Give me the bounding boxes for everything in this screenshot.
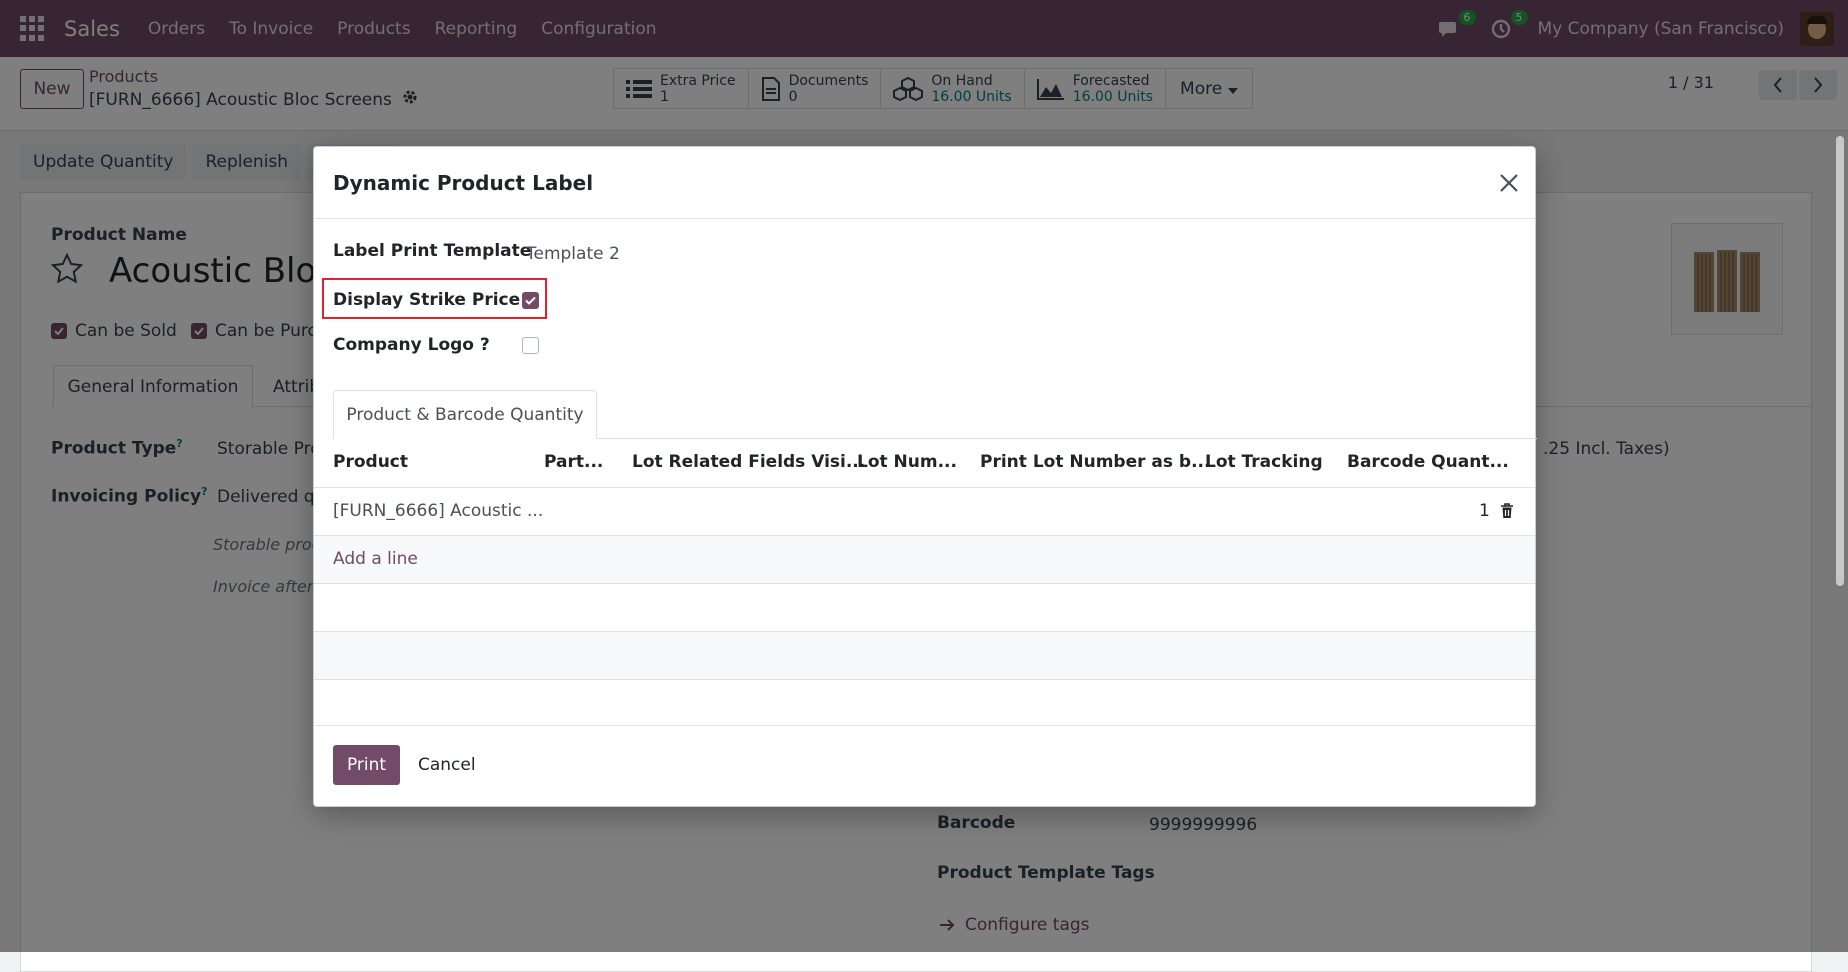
dynamic-product-label-dialog: Dynamic Product Label Label Print Templa… [313,146,1537,808]
tab-product-barcode-quantity[interactable]: Product & Barcode Quantity [333,390,597,439]
table-row[interactable]: [FURN_6666] Acoustic ... 1 [314,488,1535,536]
lines-table-header: Product Part... Lot Related Fields Visi.… [314,439,1535,488]
company-logo-label: Company Logo ? [333,335,490,355]
col-product[interactable]: Product [333,452,408,472]
cancel-button[interactable]: Cancel [418,755,476,775]
modal-title: Dynamic Product Label [333,171,594,195]
row-product[interactable]: [FURN_6666] Acoustic ... [333,501,543,521]
close-icon[interactable] [1497,171,1521,195]
empty-row [314,680,1535,728]
label-print-template-value[interactable]: Template 2 [526,244,620,264]
check-icon [525,296,536,305]
col-lot-tracking[interactable]: Lot Tracking [1205,452,1323,472]
display-strike-price-label: Display Strike Price ? [333,290,536,310]
modal-header: Dynamic Product Label [314,147,1535,219]
col-lot-related-fields[interactable]: Lot Related Fields Visi... [632,452,865,472]
col-print-lot-number[interactable]: Print Lot Number as b... [980,452,1210,472]
print-button[interactable]: Print [333,745,400,785]
company-logo-checkbox[interactable] [522,337,539,354]
display-strike-price-checkbox[interactable] [522,292,539,309]
label-print-template-label: Label Print Template [333,241,532,261]
add-line-link[interactable]: Add a line [333,549,418,569]
empty-row [314,584,1535,632]
col-barcode-quantity[interactable]: Barcode Quant... [1347,452,1509,472]
col-lot-number[interactable]: Lot Num... [857,452,957,472]
page-scrollbar[interactable] [1836,136,1844,586]
empty-row [314,632,1535,680]
add-line-row[interactable]: Add a line [314,536,1535,584]
modal-footer: Print Cancel [314,725,1535,808]
row-quantity[interactable]: 1 [1479,501,1490,521]
col-partner[interactable]: Part... [544,452,603,472]
trash-icon[interactable] [1500,503,1514,524]
